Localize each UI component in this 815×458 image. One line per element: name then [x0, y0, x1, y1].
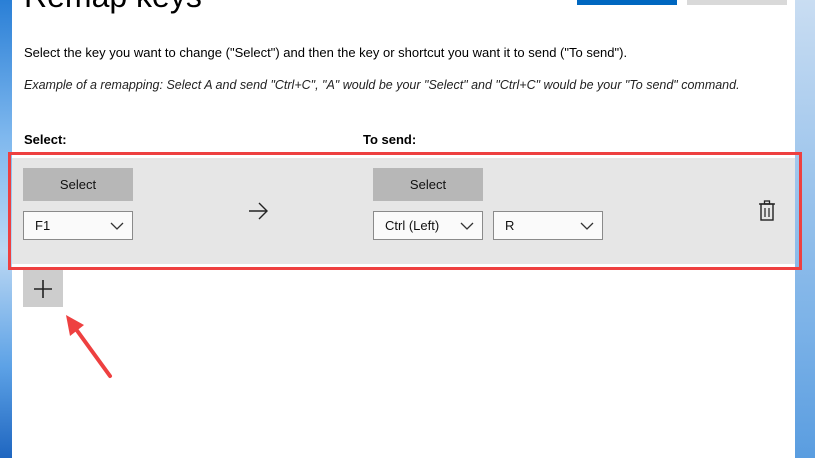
- plus-icon: [34, 279, 52, 298]
- to-send-modifier-dropdown[interactable]: Ctrl (Left): [373, 211, 483, 240]
- chevron-down-icon: [460, 222, 474, 230]
- ok-button[interactable]: [577, 0, 677, 5]
- remap-keys-dialog: Remap keys Select the key you want to ch…: [8, 0, 802, 458]
- select-key-dropdown[interactable]: F1: [23, 211, 133, 240]
- add-mapping-button[interactable]: [23, 270, 63, 307]
- select-key-value: F1: [35, 218, 51, 233]
- to-send-modifier-value: Ctrl (Left): [385, 218, 440, 233]
- to-send-key-value: R: [505, 218, 515, 233]
- desktop-wallpaper-left: [0, 0, 12, 458]
- to-send-column-label: To send:: [363, 132, 417, 147]
- desktop-wallpaper-right: [795, 0, 815, 458]
- to-send-select-button[interactable]: Select: [373, 168, 483, 201]
- pointer-annotation-arrow: [66, 315, 112, 378]
- chevron-down-icon: [580, 222, 594, 230]
- to-send-key-dropdown[interactable]: R: [493, 211, 603, 240]
- example-text: Example of a remapping: Select A and sen…: [24, 78, 740, 92]
- trash-icon[interactable]: [758, 200, 776, 222]
- select-column-label: Select:: [24, 132, 67, 147]
- instructions-text: Select the key you want to change ("Sele…: [24, 45, 628, 60]
- cancel-button[interactable]: [687, 0, 787, 5]
- chevron-down-icon: [110, 222, 124, 230]
- select-key-button[interactable]: Select: [23, 168, 133, 201]
- arrow-right-icon: [249, 202, 268, 220]
- dialog-title: Remap keys: [24, 0, 202, 12]
